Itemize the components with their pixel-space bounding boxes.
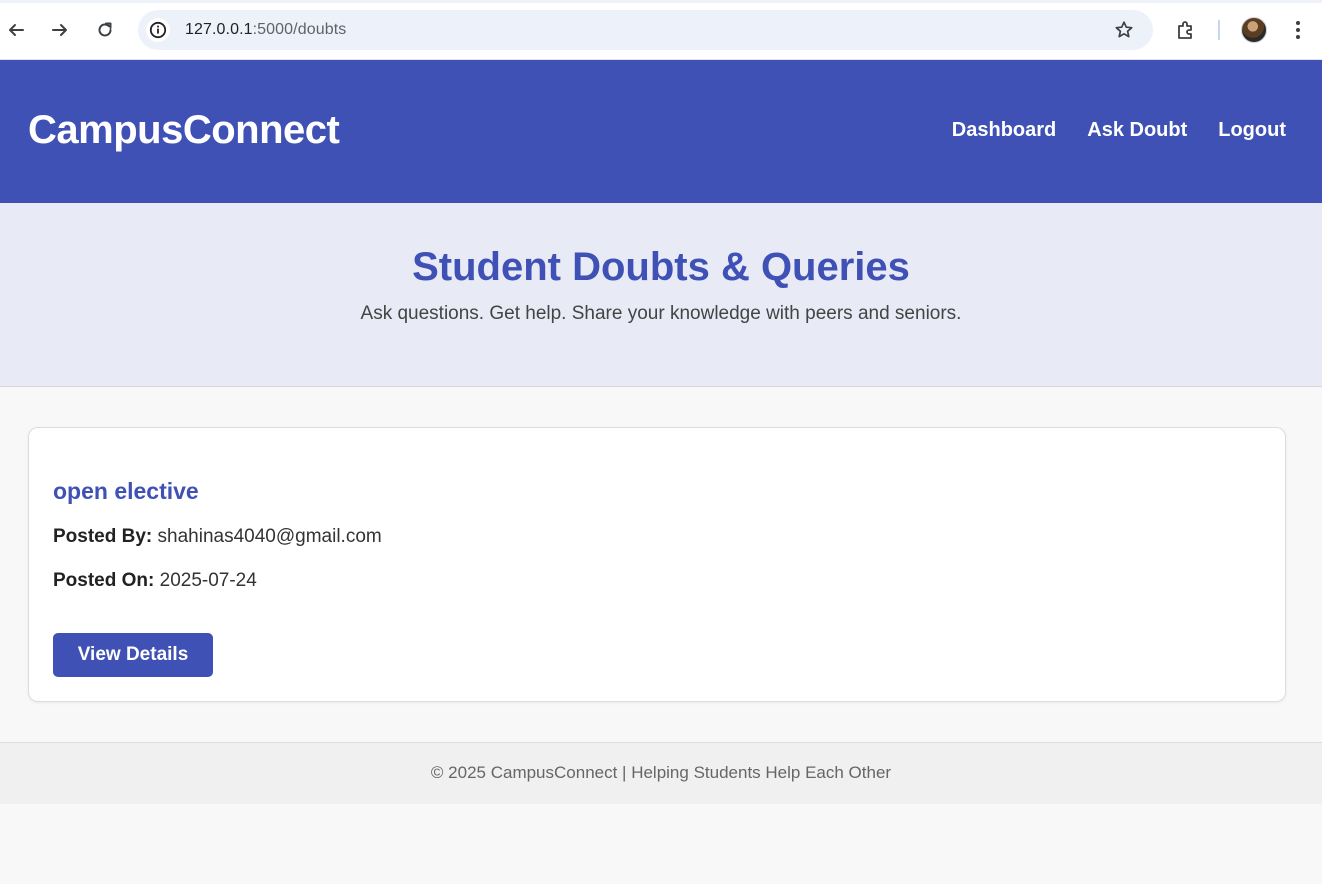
- extensions-button[interactable]: [1172, 16, 1200, 44]
- back-button[interactable]: [0, 14, 32, 46]
- extensions-icon: [1178, 21, 1192, 39]
- address-bar[interactable]: 127.0.0.1:5000/doubts: [138, 10, 1153, 50]
- site-info-icon: [149, 21, 167, 39]
- more-menu-button[interactable]: [1288, 16, 1308, 44]
- posted-on: Posted On: 2025-07-24: [53, 570, 257, 592]
- reload-icon: [98, 22, 112, 37]
- posted-by: Posted By: shahinas4040@gmail.com: [53, 526, 382, 548]
- tab-strip-edge: [0, 0, 1322, 3]
- view-details-button[interactable]: View Details: [53, 633, 213, 677]
- nav-ask-doubt-link[interactable]: Ask Doubt: [1087, 119, 1187, 142]
- url-text: 127.0.0.1:5000/doubts: [185, 21, 346, 39]
- profile-avatar[interactable]: [1241, 17, 1267, 43]
- nav-dashboard-link[interactable]: Dashboard: [952, 119, 1056, 142]
- reload-button[interactable]: [89, 14, 121, 46]
- posted-by-value: shahinas4040@gmail.com: [157, 526, 382, 547]
- toolbar-divider: [1218, 20, 1220, 40]
- nav-logout-link[interactable]: Logout: [1218, 119, 1286, 142]
- site-info-button[interactable]: [146, 18, 170, 42]
- footer-text: © 2025 CampusConnect | Helping Students …: [430, 763, 892, 782]
- url-host: 127.0.0.1: [185, 21, 253, 38]
- more-menu-icon: [1296, 21, 1300, 25]
- browser-toolbar: 127.0.0.1:5000/doubts: [0, 0, 1322, 60]
- back-arrow-icon: [9, 24, 24, 36]
- page-title: Student Doubts & Queries: [412, 245, 910, 289]
- site-footer: © 2025 CampusConnect | Helping Students …: [0, 742, 1322, 804]
- brand-logo[interactable]: CampusConnect: [28, 108, 340, 153]
- bookmark-button[interactable]: [1113, 19, 1135, 41]
- hero-section: Student Doubts & Queries Ask questions. …: [0, 203, 1322, 387]
- page-subtitle: Ask questions. Get help. Share your know…: [360, 303, 962, 324]
- doubt-title: open elective: [53, 478, 199, 504]
- posted-on-value: 2025-07-24: [159, 570, 257, 591]
- forward-button[interactable]: [44, 14, 76, 46]
- forward-arrow-icon: [52, 24, 67, 36]
- site-header: CampusConnect Dashboard Ask Doubt Logout: [0, 60, 1322, 203]
- posted-by-label: Posted By:: [53, 526, 153, 547]
- bookmark-star-icon: [1115, 21, 1133, 38]
- doubt-card: open elective Posted By: shahinas4040@gm…: [28, 427, 1286, 702]
- main-nav: Dashboard Ask Doubt Logout: [952, 119, 1286, 142]
- url-path: :5000/doubts: [252, 21, 347, 38]
- posted-on-label: Posted On:: [53, 570, 155, 591]
